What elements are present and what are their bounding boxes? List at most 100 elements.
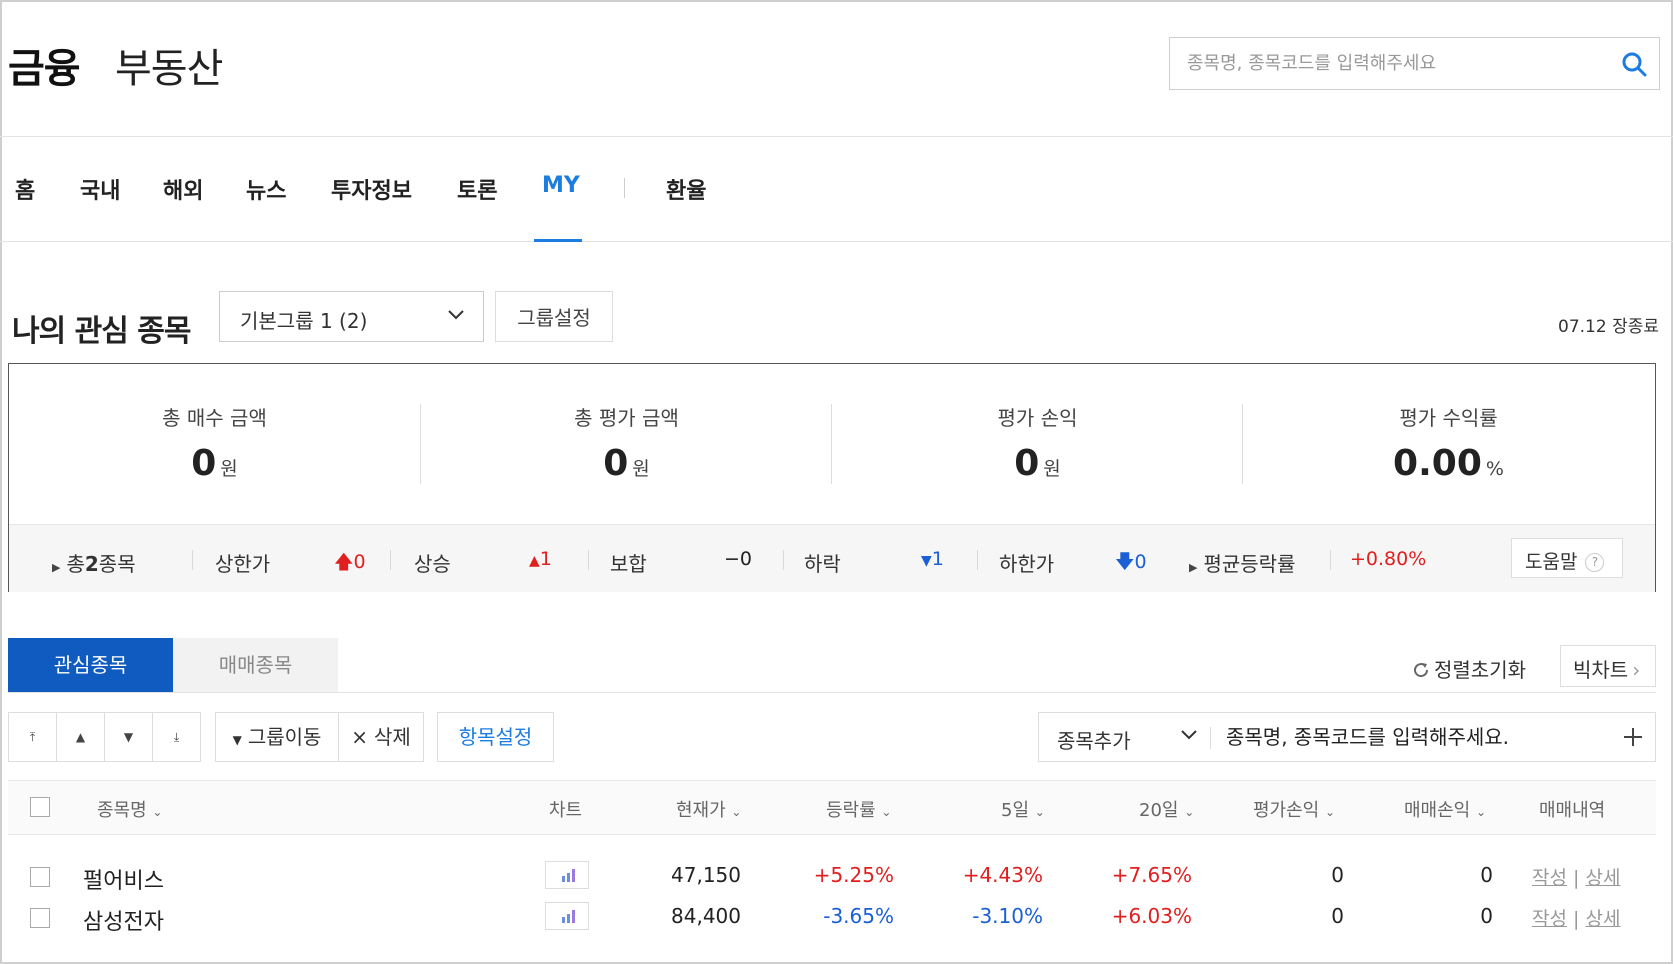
- stock-name[interactable]: 펄어비스: [83, 863, 164, 895]
- summary-label: 평가 수익률: [1399, 406, 1498, 430]
- tab-watchlist[interactable]: 관심종목: [8, 638, 173, 692]
- brand-realestate-link[interactable]: 부동산: [115, 36, 223, 94]
- link-separator: |: [1573, 867, 1580, 889]
- th-name[interactable]: 종목명 ⌄: [97, 796, 162, 822]
- summary-panel: 총 매수 금액 0원 총 평가 금액 0원 평가 손익 0원 평가 수익률 0.…: [8, 363, 1656, 592]
- bar-chart-icon[interactable]: [545, 902, 589, 930]
- trade-pl: 0: [1480, 904, 1493, 928]
- summary-return-rate: 평가 수익률 0.00%: [1243, 364, 1654, 524]
- summary-unit: 원: [220, 458, 238, 480]
- nav-active-underline: [534, 239, 582, 242]
- chevron-down-icon: ⌄: [731, 805, 742, 819]
- current-price: 84,400: [671, 904, 741, 928]
- total-suffix: 종목: [98, 552, 136, 576]
- th-eval-pl[interactable]: 평가손익 ⌄: [1253, 796, 1335, 822]
- th-20d[interactable]: 20일 ⌄: [1139, 796, 1194, 822]
- nav-home[interactable]: 홈: [15, 173, 35, 205]
- top-header: 금융 부동산: [0, 0, 1673, 137]
- current-price: 47,150: [671, 863, 741, 887]
- nav-news[interactable]: 뉴스: [246, 173, 286, 205]
- add-stock-input[interactable]: [1210, 713, 1600, 761]
- fall-value: ▼1: [921, 548, 944, 570]
- write-link[interactable]: 작성: [1532, 867, 1567, 889]
- bar-chart-icon[interactable]: [545, 861, 589, 889]
- write-link[interactable]: 작성: [1532, 908, 1567, 930]
- table-header: 종목명 ⌄ 차트 현재가 ⌄ 등락률 ⌄ 5일 ⌄ 20일 ⌄ 평가손익 ⌄ 매…: [8, 780, 1656, 835]
- summary-label: 총 평가 금액: [574, 406, 679, 430]
- group-setting-button[interactable]: 그룹설정: [495, 291, 613, 342]
- move-top-button[interactable]: ⤒: [8, 712, 57, 762]
- select-all-checkbox[interactable]: [30, 797, 50, 817]
- help-button[interactable]: 도움말?: [1511, 538, 1623, 578]
- move-up-button[interactable]: ▲: [56, 712, 105, 762]
- brand-finance-link[interactable]: 금융: [8, 36, 81, 94]
- history-links: 작성 | 상세: [1532, 904, 1620, 931]
- sort-reset-button[interactable]: 정렬초기화: [1412, 654, 1526, 683]
- nav-overseas[interactable]: 해외: [163, 173, 203, 205]
- divider: [390, 550, 391, 570]
- detail-link[interactable]: 상세: [1585, 867, 1620, 889]
- summary-value: 0.00: [1393, 443, 1482, 484]
- caret-down-icon: ▼: [232, 733, 242, 747]
- nav-my[interactable]: MY: [542, 173, 580, 198]
- link-separator: |: [1573, 908, 1580, 930]
- group-move-button[interactable]: ▼ 그룹이동: [215, 712, 339, 762]
- divider: [977, 550, 978, 570]
- item-setting-button[interactable]: 항목설정: [437, 712, 554, 762]
- summary-label: 평가 손익: [997, 406, 1078, 430]
- triangle-up-icon: ▲: [529, 553, 540, 569]
- group-select[interactable]: 기본그룹 1 (2): [219, 291, 484, 342]
- add-stock-select[interactable]: 종목추가: [1038, 712, 1210, 762]
- triangle-down-icon: ▼: [921, 553, 932, 569]
- move-bottom-button[interactable]: ⤓: [152, 712, 201, 762]
- th-price[interactable]: 현재가 ⌄: [676, 796, 741, 822]
- chevron-down-icon: ⌄: [152, 805, 163, 819]
- upper-limit-label: 상한가: [215, 552, 271, 576]
- upper-limit-value: 🡅0: [334, 551, 366, 573]
- chevron-down-icon: ⌄: [1184, 805, 1195, 819]
- divider: [192, 550, 193, 570]
- summary-value: 0: [191, 443, 217, 484]
- th-chart: 차트: [549, 800, 583, 821]
- nav-discussion[interactable]: 토론: [457, 173, 497, 205]
- lower-limit-value: 🡇0: [1115, 551, 1147, 573]
- main-nav: 홈 국내 해외 뉴스 투자정보 토론 MY 환율: [0, 138, 1673, 242]
- nav-domestic[interactable]: 국내: [80, 173, 120, 205]
- change-5d: +4.43%: [962, 863, 1043, 887]
- row-checkbox[interactable]: [30, 867, 50, 887]
- search-icon[interactable]: [1621, 51, 1647, 77]
- history-links: 작성 | 상세: [1532, 863, 1620, 890]
- chevron-down-icon: ⌄: [1475, 805, 1487, 819]
- flat-label: 보합: [610, 552, 647, 576]
- detail-link[interactable]: 상세: [1585, 908, 1620, 930]
- page-title: 나의 관심 종목: [12, 314, 191, 349]
- stock-name[interactable]: 삼성전자: [83, 904, 164, 936]
- avg-change-label[interactable]: ▶ 평균등락률: [1189, 548, 1295, 577]
- th-5d[interactable]: 5일 ⌄: [1001, 796, 1045, 822]
- search-input[interactable]: [1170, 38, 1600, 89]
- row-checkbox[interactable]: [30, 908, 50, 928]
- divider: [588, 550, 589, 570]
- change-20d: +7.65%: [1111, 863, 1192, 887]
- move-down-button[interactable]: ▼: [104, 712, 153, 762]
- chevron-down-icon: ⌄: [881, 805, 892, 819]
- th-trade-pl[interactable]: 매매손익 ⌄: [1404, 796, 1486, 822]
- total-count[interactable]: ▶ 총2종목: [52, 548, 136, 577]
- th-change[interactable]: 등락률 ⌄: [826, 796, 891, 822]
- rise-value: ▲1: [529, 548, 552, 570]
- flat-value: −0: [724, 548, 753, 570]
- nav-invest-info[interactable]: 투자정보: [331, 173, 412, 205]
- tab-traded[interactable]: 매매종목: [173, 638, 338, 692]
- divider: [1330, 550, 1331, 570]
- chevron-down-icon: ⌄: [1324, 805, 1336, 819]
- big-chart-button[interactable]: 빅차트 ›: [1560, 645, 1656, 687]
- summary-total-buy: 총 매수 금액 0원: [9, 364, 420, 524]
- delete-button[interactable]: × 삭제: [338, 712, 424, 762]
- plus-icon[interactable]: [1621, 725, 1645, 749]
- chevron-down-icon: [448, 310, 464, 320]
- nav-divider: [624, 178, 625, 198]
- chevron-down-icon: ⌄: [1034, 805, 1045, 819]
- trade-pl: 0: [1480, 863, 1493, 887]
- nav-exchange[interactable]: 환율: [666, 173, 706, 205]
- divider: [8, 692, 1656, 693]
